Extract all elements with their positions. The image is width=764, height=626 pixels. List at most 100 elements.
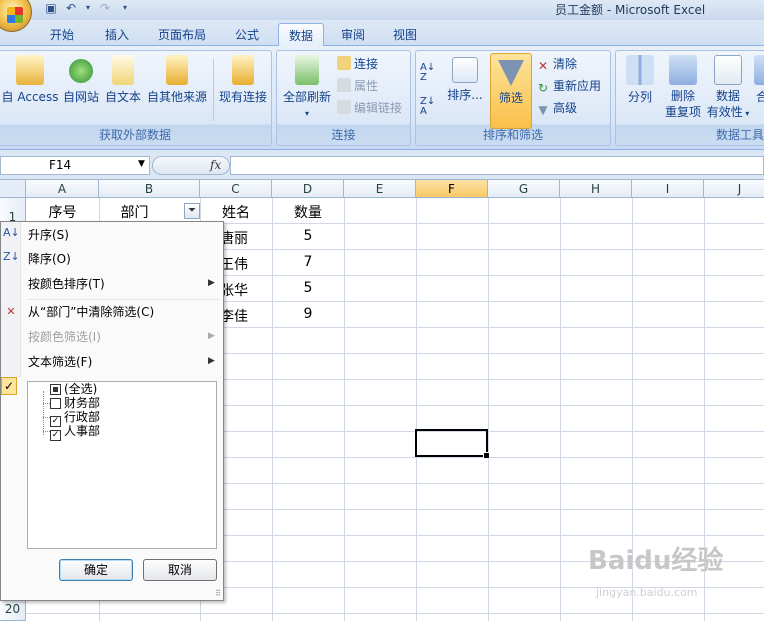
data-validation-button[interactable]: 数据 有效性 ▾	[706, 53, 750, 123]
connections-button[interactable]: 连接	[337, 55, 378, 73]
from-access-button[interactable]: 自 Access	[1, 53, 59, 123]
from-other-sources-button[interactable]: 自其他来源	[145, 53, 209, 123]
title-bar: ▣ ↶ ▾ ↷ ▾ 员工金额 - Microsoft Excel	[0, 0, 764, 32]
save-icon[interactable]: ▣	[44, 1, 58, 15]
chevron-down-icon: ▾	[304, 109, 309, 118]
filter-option-admin[interactable]: ✓ 行政部	[50, 410, 100, 427]
consolidate-button[interactable]: 合	[752, 53, 764, 123]
tab-data[interactable]: 数据	[278, 23, 325, 47]
redo-icon[interactable]: ↷	[98, 1, 112, 15]
sort-z-to-a-button[interactable]: Z↓ A	[420, 97, 440, 117]
filter-dropdown-button[interactable]: ⏷	[184, 203, 200, 219]
remove-duplicates-button[interactable]: 删除 重复项	[662, 53, 704, 123]
name-box[interactable]: F14	[0, 156, 150, 175]
quick-access-toolbar: ▣ ↶ ▾ ↷ ▾	[44, 1, 132, 15]
insert-function-icon[interactable]: fx	[210, 158, 221, 172]
active-cell-selection[interactable]	[415, 429, 490, 459]
text-to-columns-label: 分列	[627, 90, 652, 104]
from-text-button[interactable]: 自文本	[103, 53, 143, 123]
column-header-j[interactable]: J	[704, 180, 764, 198]
filter-value-list[interactable]: (全选) 财务部 ✓ 行政部 ✓ 人事部	[27, 381, 217, 549]
tab-view[interactable]: 视图	[383, 23, 427, 46]
menu-icon-strip	[1, 222, 21, 377]
gridline	[488, 198, 489, 621]
watermark-url: jingyan.baidu.com	[596, 586, 698, 599]
cell-d4[interactable]: 5	[272, 280, 344, 296]
menu-clear-filter[interactable]: 从“部门”中清除筛选(C)	[28, 302, 154, 322]
tree-line	[43, 417, 50, 418]
cell-a1[interactable]: 序号	[26, 202, 99, 222]
advanced-filter-button[interactable]: ▼ 高级	[536, 99, 577, 117]
column-header-i[interactable]: I	[632, 180, 704, 198]
tab-formulas[interactable]: 公式	[225, 23, 269, 46]
existing-connection-icon	[232, 55, 254, 85]
customize-qat-icon[interactable]: ▾	[118, 1, 132, 15]
menu-sort-ascending[interactable]: 升序(S)	[28, 225, 69, 245]
properties-button[interactable]: 属性	[337, 77, 378, 95]
filter-option-select-all[interactable]: (全选)	[50, 382, 97, 396]
resize-grip-icon[interactable]: ⠿	[215, 589, 221, 598]
group-label-connections: 连接	[331, 128, 356, 142]
clear-filter-button[interactable]: ✕ 清除	[536, 55, 577, 73]
database-icon	[166, 55, 188, 85]
column-header-d[interactable]: D	[272, 180, 344, 198]
connections-label: 连接	[354, 57, 379, 71]
formula-input[interactable]	[230, 156, 764, 175]
checkmark-icon: ✓	[1, 377, 17, 395]
checkbox-checked[interactable]: ✓	[50, 430, 61, 441]
tab-page-layout[interactable]: 页面布局	[148, 23, 216, 46]
sort-button[interactable]: 排序...	[444, 53, 486, 123]
undo-icon[interactable]: ↶	[64, 1, 78, 15]
column-header-g[interactable]: G	[488, 180, 560, 198]
edit-links-label: 编辑链接	[354, 101, 403, 115]
column-header-c[interactable]: C	[200, 180, 272, 198]
existing-connections-button[interactable]: 现有连接	[217, 53, 269, 123]
column-header-f[interactable]: F	[416, 180, 488, 198]
group-get-external-data: 自 Access 自网站 自文本 自其他来源 现有连接 获取外部数据	[0, 50, 272, 146]
funnel-icon	[498, 60, 524, 86]
menu-text-filters[interactable]: 文本筛选(F)	[28, 352, 92, 372]
gridline	[26, 613, 764, 614]
menu-sort-descending[interactable]: 降序(O)	[28, 249, 71, 269]
ok-button[interactable]: 确定	[59, 559, 133, 581]
cell-c1[interactable]: 姓名	[200, 202, 272, 222]
column-header-a[interactable]: A	[26, 180, 99, 198]
cell-d3[interactable]: 7	[272, 254, 344, 270]
properties-label: 属性	[354, 79, 379, 93]
remove-duplicates-icon	[669, 55, 697, 85]
column-header-e[interactable]: E	[344, 180, 416, 198]
sort-a-to-z-button[interactable]: A↓ Z	[420, 63, 440, 83]
filter-option-finance[interactable]: 财务部	[50, 396, 100, 410]
ribbon: 自 Access 自网站 自文本 自其他来源 现有连接 获取外部数据 全部刷新 …	[0, 46, 764, 150]
checkbox-partial[interactable]	[50, 384, 61, 395]
column-header-h[interactable]: H	[560, 180, 632, 198]
cell-d2[interactable]: 5	[272, 228, 344, 244]
refresh-all-button[interactable]: 全部刷新 ▾	[279, 53, 335, 123]
from-web-button[interactable]: 自网站	[61, 53, 101, 123]
tree-line	[43, 403, 50, 404]
checkbox-unchecked[interactable]	[50, 398, 61, 409]
filter-button[interactable]: 筛选	[490, 53, 532, 129]
text-to-columns-button[interactable]: 分列	[620, 53, 660, 123]
tab-review[interactable]: 审阅	[331, 23, 375, 46]
chain-link-icon	[337, 100, 351, 114]
edit-links-button[interactable]: 编辑链接	[337, 99, 402, 117]
cancel-button[interactable]: 取消	[143, 559, 217, 581]
watermark: Baidu经验 jingyan.baidu.com	[588, 540, 758, 600]
reapply-label: 重新应用	[553, 79, 602, 93]
name-box-dropdown-icon[interactable]: ▼	[138, 159, 145, 169]
undo-dropdown-icon[interactable]: ▾	[84, 1, 92, 15]
reapply-button[interactable]: ↻ 重新应用	[536, 77, 601, 95]
tab-insert[interactable]: 插入	[95, 23, 139, 46]
cell-d1[interactable]: 数量	[272, 202, 344, 222]
column-header-b[interactable]: B	[99, 180, 200, 198]
submenu-arrow-icon: ▶	[208, 278, 215, 288]
menu-sort-by-color[interactable]: 按颜色排序(T)	[28, 274, 105, 294]
tab-home[interactable]: 开始	[40, 23, 84, 46]
cell-d5[interactable]: 9	[272, 306, 344, 322]
submenu-arrow-icon: ▶	[208, 331, 215, 341]
from-other-sources-label: 自其他来源	[146, 90, 207, 104]
filter-option-hr[interactable]: ✓ 人事部	[50, 424, 100, 441]
ribbon-tab-bar: 开始 插入 页面布局 公式 数据 审阅 视图	[0, 20, 764, 47]
select-all-corner[interactable]	[0, 180, 26, 198]
